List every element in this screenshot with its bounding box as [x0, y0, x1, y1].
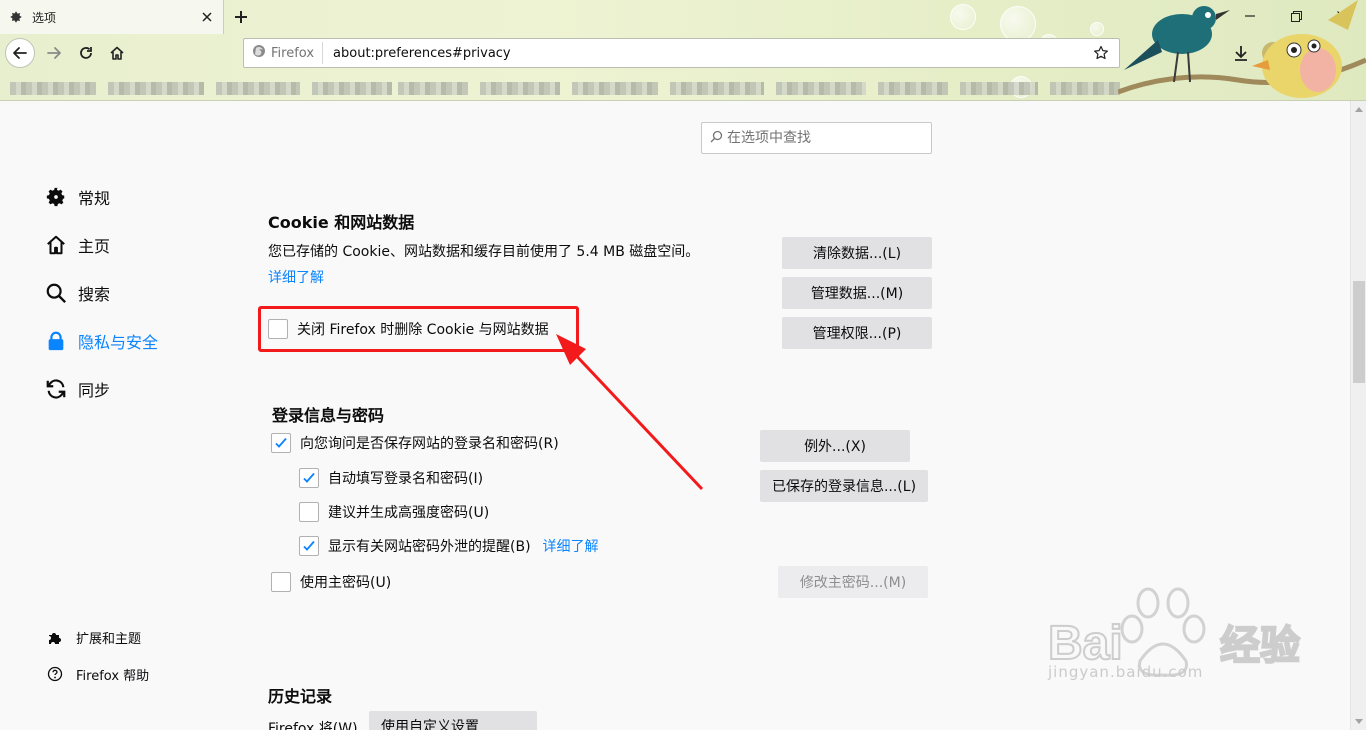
url-bar[interactable]: Firefox about:preferences#privacy: [243, 38, 1120, 68]
suggest-passwords-label: 建议并生成高强度密码(U): [328, 505, 490, 521]
breach-learn-more-link[interactable]: 详细了解: [543, 536, 599, 556]
scrollbar-thumb[interactable]: [1353, 281, 1365, 383]
logins-heading: 登录信息与密码: [272, 406, 385, 425]
back-button[interactable]: [5, 38, 35, 68]
help-link[interactable]: Firefox 帮助: [46, 662, 149, 686]
baidu-watermark-logo: Bai 经验: [1047, 587, 1301, 677]
category-label: 主页: [78, 237, 111, 256]
breach-alerts-checkbox[interactable]: [299, 536, 319, 556]
bookmark-item[interactable]: [670, 82, 764, 95]
autofill-option[interactable]: 自动填写登录名和密码(I): [299, 467, 483, 489]
cookies-description: 您已存储的 Cookie、网站数据和缓存目前使用了 5.4 MB 磁盘空间。: [268, 244, 700, 260]
checkmark-icon: [303, 472, 315, 483]
bookmark-item[interactable]: [1050, 82, 1120, 95]
history-mode-select[interactable]: 使用自定义设置: [369, 711, 537, 730]
lock-icon: [44, 329, 68, 353]
manage-data-button[interactable]: 管理数据...(M): [782, 277, 932, 309]
bookmark-item[interactable]: [878, 82, 948, 95]
annotation-highlight-box: [258, 306, 579, 352]
bookmark-item[interactable]: [480, 82, 560, 95]
help-icon: [46, 665, 64, 683]
svg-text:经验: 经验: [1220, 624, 1300, 668]
category-label: 隐私与安全: [78, 333, 159, 352]
identity-box[interactable]: Firefox: [244, 42, 324, 64]
category-label: 常规: [78, 189, 111, 208]
master-password-option[interactable]: 使用主密码(U): [271, 571, 391, 593]
puzzle-icon: [46, 628, 64, 646]
checkmark-icon: [303, 540, 315, 551]
vertical-scrollbar[interactable]: [1350, 101, 1366, 730]
ask-to-save-label: 向您询问是否保存网站的登录名和密码(R): [300, 436, 559, 452]
change-master-password-button[interactable]: 修改主密码...(M): [778, 566, 928, 598]
bookmark-item[interactable]: [216, 82, 300, 95]
addons-label: 扩展和主题: [76, 631, 142, 647]
category-label: 同步: [78, 381, 111, 400]
bookmark-item[interactable]: [312, 82, 392, 95]
addons-link[interactable]: 扩展和主题: [46, 625, 141, 649]
star-icon[interactable]: [1089, 41, 1113, 65]
exceptions-button[interactable]: 例外...(X): [760, 430, 910, 462]
bookmark-item[interactable]: [960, 82, 1038, 95]
ask-to-save-checkbox[interactable]: [271, 433, 291, 453]
gear-icon: [8, 9, 24, 25]
bookmark-item[interactable]: [10, 82, 96, 95]
search-field[interactable]: [701, 122, 932, 154]
checkmark-icon: [275, 437, 287, 448]
home-button[interactable]: [102, 38, 132, 68]
bookmark-item[interactable]: [108, 82, 204, 95]
annotation-arrow: [556, 334, 704, 491]
category-sync[interactable]: 同步: [44, 373, 110, 405]
scroll-up-icon[interactable]: [1351, 101, 1366, 117]
help-label: Firefox 帮助: [76, 668, 150, 684]
category-home[interactable]: 主页: [44, 229, 110, 261]
category-general[interactable]: 常规: [44, 181, 110, 213]
url-text[interactable]: about:preferences#privacy: [333, 46, 1089, 61]
sync-icon: [44, 377, 68, 401]
theme-birds-illustration: [1118, 0, 1366, 98]
master-password-label: 使用主密码(U): [300, 575, 392, 591]
reload-button[interactable]: [71, 38, 101, 68]
watermark-text: jingyan.baidu.com: [1048, 663, 1204, 681]
suggest-passwords-checkbox[interactable]: [299, 502, 319, 522]
master-password-checkbox[interactable]: [271, 572, 291, 592]
identity-label: Firefox: [271, 45, 315, 61]
search-input[interactable]: [727, 130, 917, 146]
manage-permissions-button[interactable]: 管理权限...(P): [782, 317, 932, 349]
forward-button[interactable]: [39, 38, 69, 68]
cookies-learn-more-link[interactable]: 详细了解: [268, 267, 324, 287]
home-icon: [44, 233, 68, 257]
saved-logins-button[interactable]: 已保存的登录信息...(L): [760, 470, 928, 502]
bookmark-item[interactable]: [572, 82, 658, 95]
ask-to-save-option[interactable]: 向您询问是否保存网站的登录名和密码(R): [271, 432, 559, 454]
category-label: 搜索: [78, 285, 111, 304]
suggest-passwords-option[interactable]: 建议并生成高强度密码(U): [299, 501, 489, 523]
category-search[interactable]: 搜索: [44, 277, 110, 309]
breach-alerts-option[interactable]: 显示有关网站密码外泄的提醒(B) 详细了解: [299, 535, 599, 557]
browser-toolbar: 选项 Firefox about:preferences#privacy: [0, 0, 1366, 101]
breach-alerts-label: 显示有关网站密码外泄的提醒(B): [328, 539, 531, 555]
decorative-bubble: [950, 4, 976, 30]
clear-data-button[interactable]: 清除数据...(L): [782, 237, 932, 269]
cookies-heading: Cookie 和网站数据: [268, 213, 415, 232]
preferences-page: 常规 主页 搜索 隐私与安全 同步 扩展和主题 Firefox 帮助: [0, 101, 1350, 730]
close-tab-icon[interactable]: [195, 5, 219, 29]
category-privacy[interactable]: 隐私与安全: [44, 325, 158, 357]
autofill-label: 自动填写登录名和密码(I): [328, 471, 484, 487]
scroll-down-icon[interactable]: [1351, 714, 1366, 730]
history-mode-value: 使用自定义设置: [381, 719, 479, 730]
autofill-checkbox[interactable]: [299, 468, 319, 488]
bookmark-item[interactable]: [776, 82, 866, 95]
tab-title: 选项: [32, 10, 57, 25]
history-mode-label: Firefox 将(W): [268, 721, 358, 730]
search-icon: [44, 281, 68, 305]
search-icon: [710, 130, 723, 147]
bookmark-item[interactable]: [398, 82, 468, 95]
history-heading: 历史记录: [268, 687, 333, 706]
firefox-logo-icon: [252, 44, 266, 62]
tab-preferences[interactable]: 选项: [0, 0, 224, 34]
new-tab-button[interactable]: [228, 4, 254, 30]
gear-icon: [44, 185, 68, 209]
